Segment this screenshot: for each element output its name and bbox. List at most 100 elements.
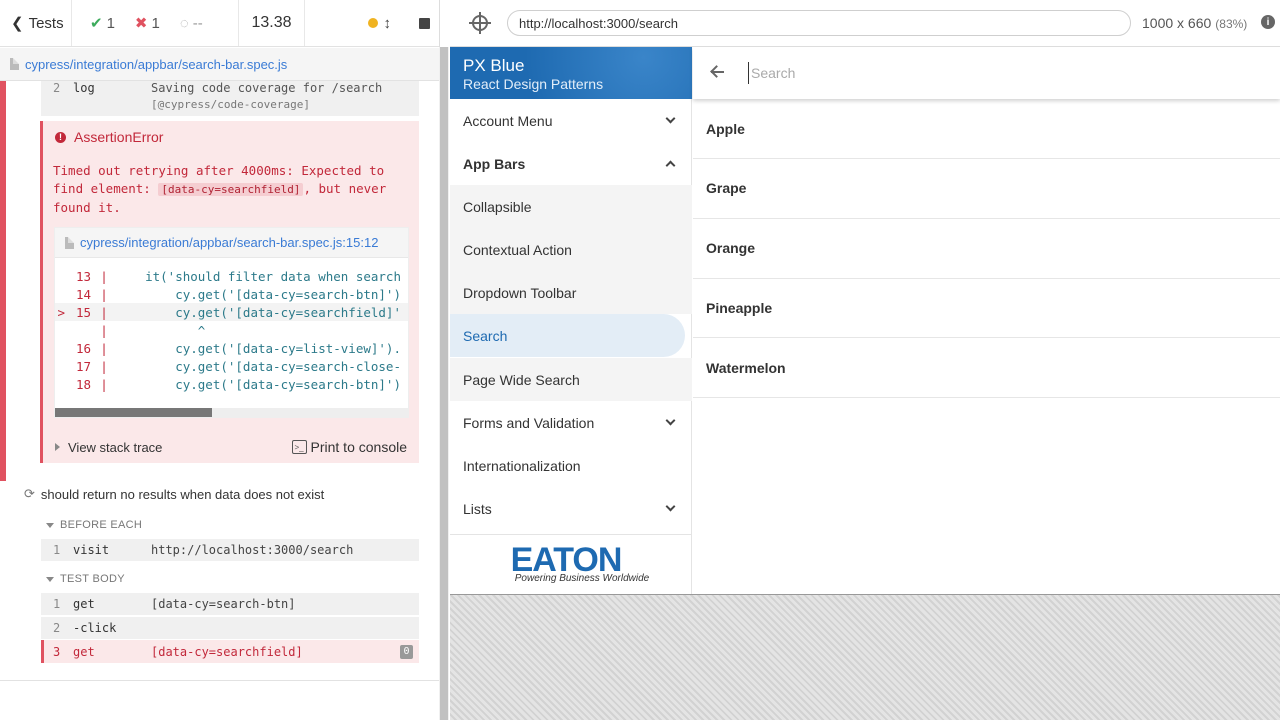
command-row-log[interactable]: 2 log Saving code coverage for /search [… [41, 81, 419, 116]
nav-drawer: PX Blue React Design Patterns Account Me… [450, 47, 692, 594]
code-bar: | [100, 358, 108, 374]
logo-tagline: Powering Business Worldwide [514, 573, 650, 584]
triangle-down-icon [46, 576, 54, 582]
reporter-scrollbar[interactable] [439, 47, 449, 720]
code-frame: cypress/integration/appbar/search-bar.sp… [54, 227, 409, 418]
code-line: | ^ [55, 321, 408, 339]
code-bar: | [100, 286, 108, 302]
stop-icon[interactable] [419, 17, 430, 29]
passed-stat: ✔ 1 [90, 14, 115, 33]
spec-path-link[interactable]: cypress/integration/appbar/search-bar.sp… [25, 57, 287, 72]
info-icon[interactable]: i [1261, 15, 1275, 29]
code-line: 17 | cy.get('[data-cy=search-close- [55, 357, 408, 375]
command-name: -click [73, 621, 117, 635]
print-to-console-button[interactable]: >_ Print to console [291, 439, 407, 455]
command-row-failed[interactable]: 3 get [data-cy=searchfield] 0 [41, 640, 419, 663]
code-num: 18 [75, 376, 91, 392]
nav-item-contextual-action[interactable]: Contextual Action [450, 228, 692, 271]
arrow-back-icon[interactable] [710, 65, 724, 79]
nav-item-page-wide-search[interactable]: Page Wide Search [450, 358, 692, 401]
list-item[interactable]: Orange [693, 219, 1280, 279]
reload-icon: ⟳ [24, 486, 35, 501]
code-frame-path[interactable]: cypress/integration/appbar/search-bar.sp… [55, 228, 408, 258]
code-num: 17 [75, 358, 91, 374]
command-row[interactable]: 1 get [data-cy=search-btn] [41, 593, 419, 615]
selector-playground-icon[interactable] [469, 12, 491, 34]
code-line: 18 | cy.get('[data-cy=search-btn]') [55, 375, 408, 393]
triangle-right-icon [55, 443, 60, 451]
command-name: log [73, 81, 95, 95]
nav-item-internationalization[interactable]: Internationalization [450, 444, 692, 487]
list-item[interactable]: Pineapple [693, 278, 1280, 339]
code-frame-scrollbar[interactable] [55, 408, 408, 417]
command-row[interactable]: 1 visit http://localhost:3000/search [41, 539, 419, 561]
test-body-header[interactable]: TEST BODY [46, 573, 125, 585]
nav-item-forms-and-validation[interactable]: Forms and Validation [450, 401, 692, 444]
code-code: cy.get('[data-cy=list-view]'). [115, 340, 401, 356]
error-footer: View stack trace >_ Print to console [43, 433, 419, 461]
list-item[interactable]: Apple [693, 99, 1280, 159]
list-item[interactable]: Watermelon [693, 338, 1280, 399]
nav-item-dropdown-toolbar[interactable]: Dropdown Toolbar [450, 271, 692, 314]
check-icon: ✔ [90, 15, 103, 32]
code-code: cy.get('[data-cy=searchfield]' [115, 304, 401, 320]
before-each-header[interactable]: BEFORE EACH [46, 519, 142, 531]
nav-item-search[interactable]: Search [450, 314, 685, 357]
reporter-header: ❮ Tests ✔ 1 ✖ 1 ◌ -- 13.38 ↕ [0, 0, 439, 47]
chevron-down-icon[interactable] [665, 113, 676, 124]
chevron-left-icon: ❮ [11, 15, 24, 32]
drawer-header: PX Blue React Design Patterns [450, 47, 692, 99]
pending-stat: ◌ -- [179, 14, 203, 32]
failed-stat: ✖ 1 [134, 14, 160, 33]
command-message: http://localhost:3000/search [151, 543, 354, 557]
command-message: [data-cy=searchfield] [151, 644, 303, 659]
tests-back-button[interactable]: ❮ Tests [0, 0, 72, 46]
viewport-info: 1000 x 660 (83%) [1142, 15, 1248, 31]
chevron-up-icon[interactable] [665, 160, 676, 171]
nav-item-label: Account Menu [463, 112, 553, 129]
code-bar: | [100, 304, 108, 320]
code-bar: | [100, 340, 108, 356]
aut-header: http://localhost:3000/search 1000 x 660 … [450, 0, 1280, 47]
command-name: get [73, 644, 95, 659]
command-number: 2 [53, 81, 61, 95]
code-num: 14 [75, 286, 91, 302]
spec-path-bar[interactable]: cypress/integration/appbar/search-bar.sp… [0, 48, 439, 81]
view-stack-trace-toggle[interactable]: View stack trace [55, 440, 162, 455]
url-display[interactable]: http://localhost:3000/search [507, 10, 1131, 36]
drawer-title: PX Blue [463, 56, 525, 75]
command-name: get [73, 597, 95, 611]
nav-item-app-bars[interactable]: App Bars [450, 142, 692, 185]
nav-item-label: Search [463, 327, 508, 344]
code-code: cy.get('[data-cy=search-btn]') [115, 376, 401, 392]
code-line: 16 | cy.get('[data-cy=list-view]'). [55, 339, 408, 357]
list-item[interactable]: Grape [693, 159, 1280, 219]
chevron-down-icon[interactable] [665, 501, 676, 512]
command-number: 1 [53, 543, 61, 557]
run-controls: ↕ [305, 0, 439, 46]
command-message-sub: [@cypress/code-coverage] [151, 98, 310, 111]
error-panel: ! AssertionError Timed out retrying afte… [40, 121, 419, 463]
scrollbar-thumb[interactable] [440, 47, 448, 720]
file-icon [10, 58, 19, 70]
command-message: Saving code coverage for /search [151, 81, 383, 95]
failed-test-indicator [0, 81, 6, 481]
drawer-footer: EATON Powering Business Worldwide [450, 534, 692, 594]
search-page: AppleGrapeOrangePineappleWatermelon [693, 47, 1280, 594]
test-title[interactable]: ⟳ should return no results when data doe… [24, 486, 324, 502]
nav-item-collapsible[interactable]: Collapsible [450, 185, 692, 228]
x-icon: ✖ [134, 15, 148, 32]
command-number: 1 [53, 597, 61, 611]
search-input[interactable] [748, 62, 1248, 84]
nav-item-label: Forms and Validation [463, 414, 595, 431]
command-row[interactable]: 2 -click [41, 617, 419, 639]
scrollbar-thumb[interactable] [55, 408, 212, 417]
tests-label: Tests [28, 14, 64, 32]
chevron-down-icon[interactable] [665, 415, 676, 426]
spinner-icon: ◌ [179, 14, 189, 32]
nav-item-account-menu[interactable]: Account Menu [450, 99, 692, 142]
nav-item-lists[interactable]: Lists [450, 487, 692, 530]
auto-scroll-icon[interactable]: ↕ [384, 15, 392, 32]
code-code: cy.get('[data-cy=search-close- [115, 358, 401, 374]
error-message: Timed out retrying after 4000ms: Expecte… [53, 163, 387, 215]
